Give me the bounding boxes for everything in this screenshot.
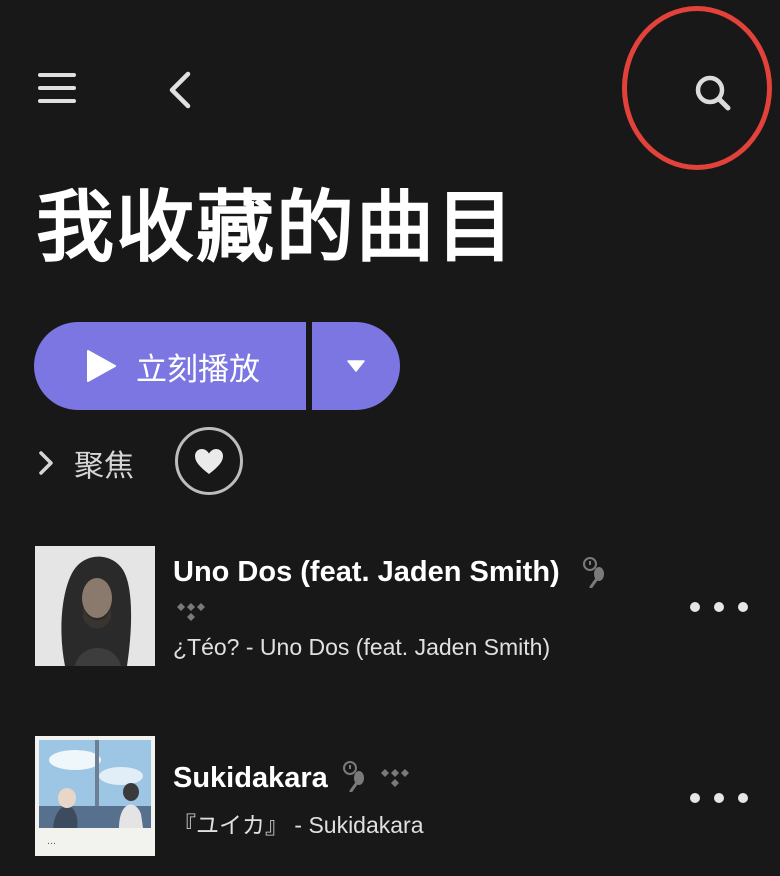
play-icon xyxy=(87,350,116,382)
track-subtitle: ¿Téo? - Uno Dos (feat. Jaden Smith) xyxy=(173,634,551,660)
album-cover: … xyxy=(35,736,155,856)
album-cover xyxy=(35,546,155,666)
svg-text:…: … xyxy=(47,837,56,847)
search-button[interactable] xyxy=(690,70,736,116)
track-title: Uno Dos (feat. Jaden Smith) xyxy=(173,556,560,588)
hamburger-menu-icon xyxy=(38,73,76,103)
favorite-button[interactable] xyxy=(175,427,243,495)
play-split-button: 立刻播放 xyxy=(34,322,400,410)
play-now-label: 立刻播放 xyxy=(136,351,260,388)
chevron-left-icon xyxy=(169,71,191,109)
dot-icon xyxy=(738,793,748,803)
track-row[interactable]: … Sukidakara 『ユイカ』 - Sukidakara xyxy=(0,736,780,860)
track-title: Sukidakara xyxy=(173,762,328,794)
caret-down-icon xyxy=(347,360,365,372)
dot-icon xyxy=(714,793,724,803)
dot-icon xyxy=(738,602,748,612)
page-title: 我收藏的曲目 xyxy=(36,183,517,273)
tidal-icon xyxy=(381,769,409,787)
tidal-icon xyxy=(177,603,205,621)
focus-label: 聚焦 xyxy=(74,449,134,484)
play-now-button[interactable]: 立刻播放 xyxy=(34,322,306,410)
track-subtitle: 『ユイカ』 - Sukidakara xyxy=(173,812,424,838)
more-options-button[interactable] xyxy=(690,592,748,622)
track-row[interactable]: Uno Dos (feat. Jaden Smith) ¿Téo? - Uno … xyxy=(0,546,780,670)
back-button[interactable] xyxy=(164,68,204,114)
menu-button[interactable] xyxy=(36,70,86,112)
explicit-lyrics-icon xyxy=(583,557,604,588)
dot-icon xyxy=(690,793,700,803)
dot-icon xyxy=(714,602,724,612)
search-icon xyxy=(695,75,731,111)
more-options-button[interactable] xyxy=(690,783,748,813)
dot-icon xyxy=(690,602,700,612)
heart-icon xyxy=(195,448,223,474)
chevron-right-icon xyxy=(39,451,53,475)
page: 我收藏的曲目 立刻播放 聚焦 Uno Dos (feat. Jaden Smit… xyxy=(0,0,780,876)
explicit-lyrics-icon xyxy=(343,761,364,792)
focus-toggle[interactable]: 聚焦 xyxy=(36,440,134,486)
play-options-dropdown-button[interactable] xyxy=(312,322,400,410)
